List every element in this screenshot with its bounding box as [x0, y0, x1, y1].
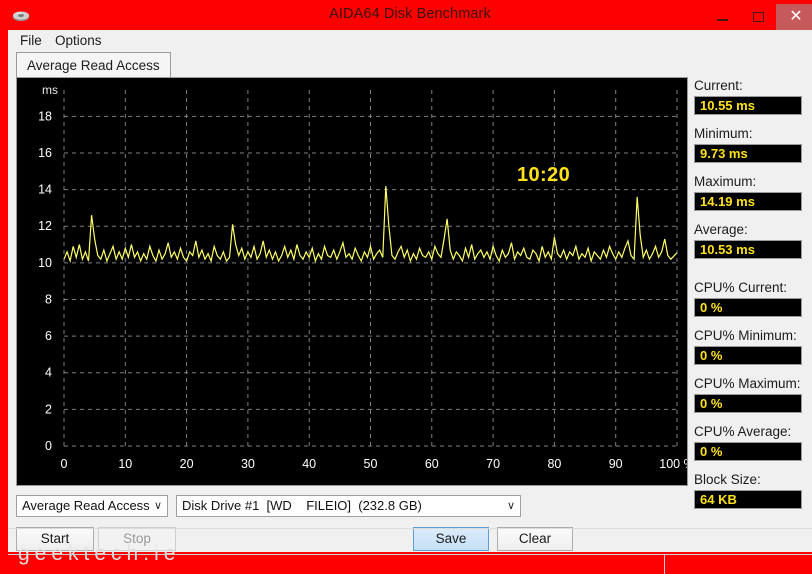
save-button[interactable]: Save	[413, 527, 489, 551]
stat-value-6: 0 %	[694, 394, 802, 413]
stat-label-7: CPU% Average:	[694, 424, 792, 439]
stat-value-1: 9.73 ms	[694, 144, 802, 163]
title-bar: AIDA64 Disk Benchmark ✕	[4, 4, 812, 30]
svg-text:50: 50	[364, 457, 378, 471]
read-access-chart: ms 0 2 4 6 8 10 12 14 16 18 0 10 20 30 40 50 60 70 80 90 100 …	[38, 83, 687, 471]
stat-label-2: Maximum:	[694, 174, 757, 189]
menu-item-file[interactable]: File	[13, 32, 49, 50]
status-divider	[8, 554, 812, 555]
svg-text:12: 12	[38, 219, 52, 233]
maximize-button[interactable]	[740, 4, 776, 30]
stat-value-4: 0 %	[694, 298, 802, 317]
chevron-down-icon: ∨	[506, 500, 515, 512]
stat-label-5: CPU% Minimum:	[694, 328, 797, 343]
stat-label-4: CPU% Current:	[694, 280, 788, 295]
svg-text:6: 6	[45, 329, 52, 343]
stat-value-5: 0 %	[694, 346, 802, 365]
stat-label-1: Minimum:	[694, 126, 753, 141]
svg-text:8: 8	[45, 292, 52, 306]
svg-text:60: 60	[425, 457, 439, 471]
drive-select[interactable]: Disk Drive #1 [WD FILEIO] (232.8 GB) ∨	[176, 495, 521, 517]
stat-value-3: 10.53 ms	[694, 240, 802, 259]
elapsed-timer: 10:20	[517, 164, 571, 186]
minimize-icon	[716, 19, 728, 21]
svg-text:100 %: 100 %	[659, 457, 687, 471]
maximize-icon	[752, 12, 764, 22]
svg-text:0: 0	[61, 457, 68, 471]
svg-text:16: 16	[38, 146, 52, 160]
close-icon: ✕	[789, 8, 803, 25]
clear-button[interactable]: Clear	[497, 527, 573, 551]
client-area: File Options Average Read Access ms 0 2 4 6 8…	[8, 30, 812, 574]
svg-text:2: 2	[45, 402, 52, 416]
svg-text:18: 18	[38, 109, 52, 123]
stat-value-0: 10.55 ms	[694, 96, 802, 115]
tab-average-read-access[interactable]: Average Read Access	[16, 52, 171, 78]
svg-text:14: 14	[38, 183, 52, 197]
benchmark-mode-select[interactable]: Average Read Access ∨	[16, 495, 168, 517]
tab-strip: Average Read Access	[16, 52, 688, 78]
menu-item-options[interactable]: Options	[48, 32, 109, 50]
stat-label-6: CPU% Maximum:	[694, 376, 801, 391]
chart-panel: ms 0 2 4 6 8 10 12 14 16 18 0 10 20 30 40 50 60 70 80 90 100 …	[16, 78, 688, 486]
window-title: AIDA64 Disk Benchmark	[329, 6, 491, 22]
svg-text:30: 30	[241, 457, 255, 471]
benchmark-mode-value: Average Read Access	[22, 498, 150, 513]
svg-text:10: 10	[38, 256, 52, 270]
svg-text:70: 70	[486, 457, 500, 471]
close-button[interactable]: ✕	[776, 4, 812, 30]
stat-label-0: Current:	[694, 78, 743, 93]
drive-select-value: Disk Drive #1 [WD FILEIO] (232.8 GB)	[182, 498, 422, 513]
aida64-disk-benchmark-window: AIDA64 Disk Benchmark ✕ File Options Ave…	[0, 0, 812, 574]
status-divider-top	[8, 528, 812, 529]
svg-text:ms: ms	[42, 83, 58, 97]
minimize-button[interactable]	[704, 4, 740, 30]
svg-text:20: 20	[180, 457, 194, 471]
svg-text:40: 40	[302, 457, 316, 471]
chevron-down-icon: ∨	[153, 500, 162, 512]
menu-bar: File Options	[8, 30, 812, 52]
stat-label-3: Average:	[694, 222, 748, 237]
stat-label-8: Block Size:	[694, 472, 761, 487]
stat-value-2: 14.19 ms	[694, 192, 802, 211]
svg-text:90: 90	[609, 457, 623, 471]
svg-text:0: 0	[45, 439, 52, 453]
svg-text:80: 80	[547, 457, 561, 471]
svg-text:10: 10	[118, 457, 132, 471]
stat-value-7: 0 %	[694, 442, 802, 461]
status-separator	[664, 555, 665, 574]
stat-value-8: 64 KB	[694, 490, 802, 509]
statistics-panel: Current: 10.55 ms Minimum: 9.73 ms Maximum: 1…	[694, 78, 812, 548]
svg-text:4: 4	[45, 366, 52, 380]
